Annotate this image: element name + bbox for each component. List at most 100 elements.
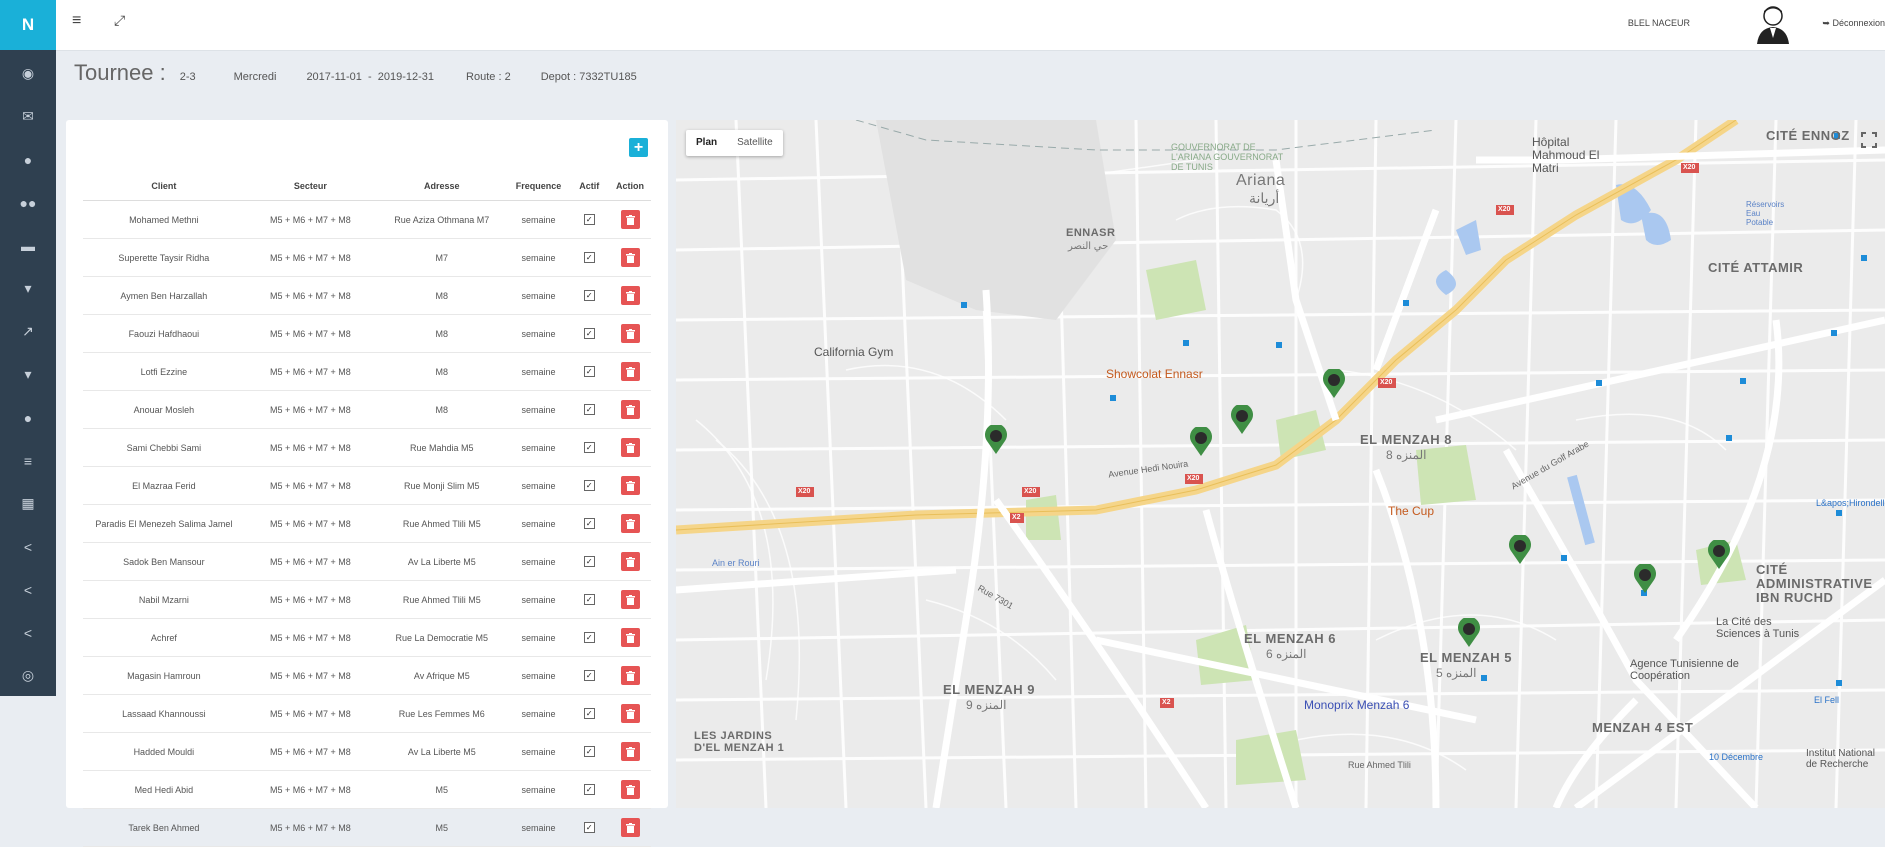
- actif-checkbox[interactable]: ✓: [583, 556, 595, 567]
- trash-icon: [625, 328, 635, 339]
- cell-action: [609, 314, 651, 353]
- delete-button[interactable]: [620, 438, 640, 457]
- actif-checkbox[interactable]: ✓: [583, 708, 595, 719]
- client-location-pin-icon[interactable]: [984, 425, 1008, 455]
- cell-adresse: Rue La Democratie M5: [376, 618, 508, 657]
- label-decembre: 10 Décembre: [1709, 752, 1764, 762]
- label-menzah9-ar: المنزه 9: [966, 698, 1007, 712]
- delete-button[interactable]: [620, 286, 640, 305]
- cart-2-icon: ▾: [24, 366, 32, 382]
- client-location-pin-icon[interactable]: [1230, 405, 1254, 435]
- delete-button[interactable]: [620, 590, 640, 609]
- sidebar-item[interactable]: ●: [0, 138, 56, 181]
- cell-secteur: M5 + M6 + M7 + M8: [244, 618, 377, 657]
- actif-checkbox[interactable]: ✓: [583, 366, 595, 377]
- table-row: Hadded Mouldi M5 + M6 + M7 + M8 Av La Libe…: [83, 732, 651, 771]
- actif-checkbox[interactable]: ✓: [583, 670, 595, 681]
- map-canvas[interactable]: [676, 120, 1885, 808]
- globe-icon: ●: [23, 151, 33, 168]
- app-logo[interactable]: N: [0, 0, 56, 50]
- sidebar-item[interactable]: ▾: [0, 267, 56, 310]
- delete-button[interactable]: [620, 818, 640, 837]
- client-location-pin-icon[interactable]: [1322, 369, 1346, 399]
- map-satellite-button[interactable]: Satellite: [727, 130, 783, 156]
- actif-checkbox[interactable]: ✓: [583, 214, 595, 225]
- cell-adresse: Av Afrique M5: [376, 656, 508, 695]
- actif-checkbox[interactable]: ✓: [583, 252, 595, 263]
- delete-button[interactable]: [620, 552, 640, 571]
- sidebar-item[interactable]: ▾: [0, 353, 56, 396]
- actif-checkbox[interactable]: ✓: [583, 290, 595, 301]
- actif-checkbox[interactable]: ✓: [583, 784, 595, 795]
- logo-letter: N: [21, 15, 35, 34]
- actif-checkbox[interactable]: ✓: [583, 480, 595, 491]
- map-plan-button[interactable]: Plan: [686, 130, 727, 156]
- trash-icon: [625, 822, 635, 833]
- label-apos: L&apos;Hirondelle: [1816, 498, 1885, 508]
- menu-toggle-icon[interactable]: ≡: [72, 12, 81, 30]
- add-client-button[interactable]: +: [629, 138, 648, 157]
- cell-frequence: semaine: [507, 352, 570, 391]
- map[interactable]: Plan Satellite Ariana أريانة GOUVERNORAT…: [676, 120, 1885, 808]
- delete-button[interactable]: [620, 248, 640, 267]
- label-cite-sciences: La Cité des Sciences à Tunis: [1716, 616, 1800, 640]
- logout-link[interactable]: ➥ Déconnexion: [1822, 18, 1885, 29]
- cell-actif: ✓: [569, 694, 610, 733]
- tour-dates: 2017-11-01 - 2019-12-31: [306, 71, 435, 83]
- cell-frequence: semaine: [507, 808, 570, 847]
- delete-button[interactable]: [620, 476, 640, 495]
- cell-action: [609, 466, 651, 505]
- client-location-pin-icon[interactable]: [1189, 427, 1213, 457]
- sidebar-item[interactable]: ↗: [0, 310, 56, 353]
- cell-adresse: Av La Liberte M5: [376, 542, 508, 581]
- cell-client: Anouar Mosleh: [83, 390, 245, 429]
- client-location-pin-icon[interactable]: [1508, 535, 1532, 565]
- cell-action: [609, 542, 651, 581]
- delete-button[interactable]: [620, 780, 640, 799]
- actif-checkbox[interactable]: ✓: [583, 328, 595, 339]
- sidebar-item[interactable]: ◎: [0, 654, 56, 697]
- cell-actif: ✓: [569, 770, 610, 809]
- label-menzah5: EL MENZAH 5: [1420, 650, 1512, 665]
- tour-route: Route : 2: [466, 71, 511, 83]
- comments-icon: ◎: [21, 667, 35, 683]
- cell-actif: ✓: [569, 618, 610, 657]
- actif-checkbox[interactable]: ✓: [583, 404, 595, 415]
- client-location-pin-icon[interactable]: [1633, 564, 1657, 594]
- sidebar-item[interactable]: ●●: [0, 181, 56, 224]
- cell-frequence: semaine: [507, 390, 570, 429]
- sidebar-item[interactable]: ▬: [0, 224, 56, 267]
- fullscreen-map-icon[interactable]: [1861, 132, 1877, 148]
- sidebar-item[interactable]: ▦: [0, 482, 56, 525]
- delete-button[interactable]: [620, 210, 640, 229]
- tour-day: Mercredi: [233, 71, 277, 83]
- delete-button[interactable]: [620, 704, 640, 723]
- sidebar-item[interactable]: <: [0, 568, 56, 611]
- avatar[interactable]: [1753, 4, 1793, 44]
- client-location-pin-icon[interactable]: [1457, 618, 1481, 648]
- actif-checkbox[interactable]: ✓: [583, 822, 595, 833]
- client-location-pin-icon[interactable]: [1707, 540, 1731, 570]
- delete-button[interactable]: [620, 324, 640, 343]
- sidebar-item[interactable]: <: [0, 525, 56, 568]
- actif-checkbox[interactable]: ✓: [583, 746, 595, 757]
- actif-checkbox[interactable]: ✓: [583, 632, 595, 643]
- delete-button[interactable]: [620, 628, 640, 647]
- delete-button[interactable]: [620, 742, 640, 761]
- actif-checkbox[interactable]: ✓: [583, 442, 595, 453]
- cell-client: El Mazraa Ferid: [83, 466, 245, 505]
- sidebar-item[interactable]: ✉: [0, 95, 56, 138]
- actif-checkbox[interactable]: ✓: [583, 518, 595, 529]
- fullscreen-icon[interactable]: ⤢: [114, 12, 125, 29]
- delete-button[interactable]: [620, 666, 640, 685]
- delete-button[interactable]: [620, 514, 640, 533]
- label-ariana: Ariana: [1236, 172, 1286, 189]
- actif-checkbox[interactable]: ✓: [583, 594, 595, 605]
- sidebar-item[interactable]: ●: [0, 396, 56, 439]
- sidebar-item[interactable]: ≡: [0, 439, 56, 482]
- sidebar-item[interactable]: ◉: [0, 52, 56, 95]
- sidebar-item[interactable]: <: [0, 611, 56, 654]
- delete-button[interactable]: [620, 362, 640, 381]
- cell-client: Faouzi Hafdhaoui: [83, 314, 245, 353]
- delete-button[interactable]: [620, 400, 640, 419]
